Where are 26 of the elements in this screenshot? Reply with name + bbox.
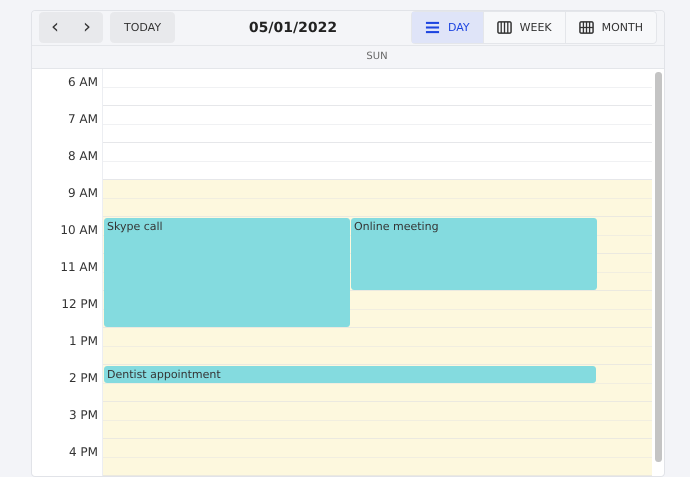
time-label: 7 AM <box>68 112 98 126</box>
time-label: 6 AM <box>68 75 98 89</box>
time-label: 2 PM <box>68 371 98 385</box>
month-view-icon <box>578 20 594 36</box>
day-header: SUN <box>366 51 388 62</box>
time-label: 11 AM <box>60 260 98 274</box>
event-block[interactable]: Online meeting <box>351 218 597 290</box>
week-view-icon <box>496 20 512 36</box>
view-tab[interactable]: WEEK <box>482 12 565 44</box>
time-label: 1 PM <box>68 334 98 348</box>
time-label: 12 PM <box>61 297 98 311</box>
time-label: 3 PM <box>68 408 98 422</box>
previous-button[interactable]: ‹ <box>39 12 71 44</box>
time-label: 4 PM <box>68 445 98 459</box>
scrollbar[interactable] <box>655 72 662 462</box>
today-button[interactable]: TODAY <box>110 12 176 44</box>
time-label: 10 AM <box>60 223 98 237</box>
view-tab[interactable]: MONTH <box>564 12 656 44</box>
event-block[interactable]: Dentist appointment <box>104 366 596 382</box>
next-button[interactable]: › <box>71 12 103 44</box>
day-view-icon <box>424 20 440 36</box>
event-block[interactable]: Skype call <box>104 218 350 327</box>
time-label: 9 AM <box>68 186 98 200</box>
view-tab[interactable]: DAY <box>412 12 483 44</box>
current-date: 05/01/2022 <box>248 20 338 36</box>
time-label: 8 AM <box>68 149 98 163</box>
